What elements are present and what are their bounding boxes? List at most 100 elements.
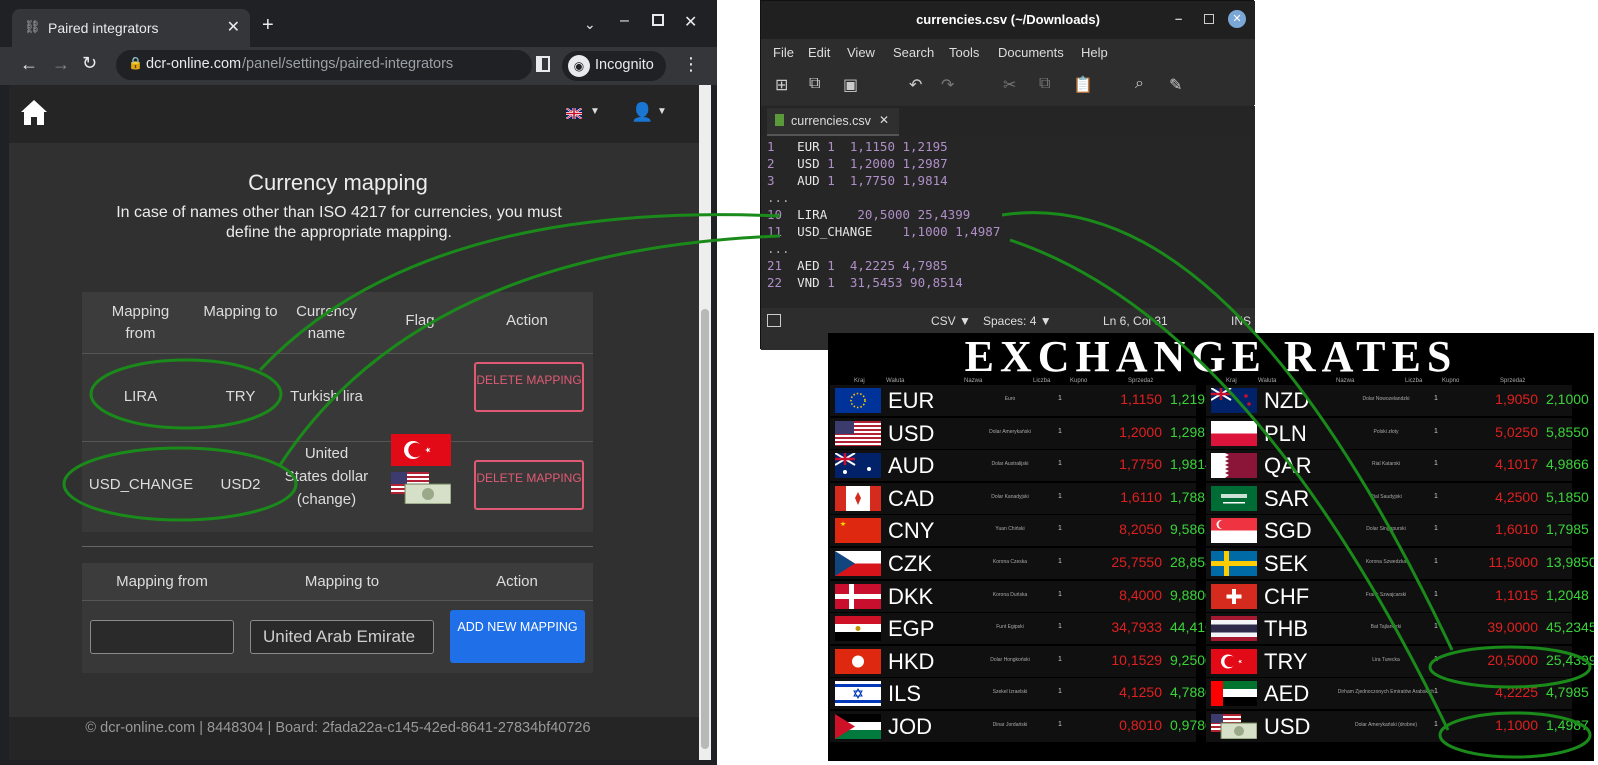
rate-code: USD	[888, 420, 935, 446]
rate-quantity: 1	[1058, 395, 1062, 402]
paste-icon[interactable]: 📋	[1073, 75, 1093, 95]
buy-value: 31,5453	[849, 275, 903, 290]
find-icon[interactable]: ⌕	[1135, 75, 1144, 93]
browser-tab[interactable]: ⛓ Paired integrators ✕	[12, 9, 250, 47]
editor-toolbar: ⊞ ⧉ ▣ ↶ ↷ ✂ ⧉ 📋 ⌕ ✎	[761, 67, 1255, 105]
menu-documents[interactable]: Documents	[998, 45, 1064, 60]
rate-row: EGP Funt Egipski 1 34,7933 44,4169	[830, 613, 1221, 645]
new-tab-icon[interactable]: +	[262, 14, 274, 37]
tab-close-icon[interactable]: ✕	[227, 17, 240, 37]
home-icon[interactable]	[20, 98, 48, 126]
code-area[interactable]: 1 EUR 1 1,1150 1,2195 2 USD 1 1,2000 1,29…	[761, 136, 1255, 308]
rate-row: TRY Lira Turecka 1 20,5000 25,4399	[1206, 645, 1594, 677]
find-replace-icon[interactable]: ✎	[1169, 75, 1182, 95]
flag-icon	[835, 714, 881, 739]
incognito-badge[interactable]: ◉ Incognito	[562, 51, 666, 81]
col-action: Action	[496, 573, 538, 590]
buy-value: 4,2225	[849, 258, 895, 273]
rate-name: Dolar Nowozelandzki	[1362, 396, 1410, 402]
new-file-icon[interactable]: ⊞	[775, 75, 788, 95]
menu-view[interactable]: View	[847, 45, 875, 60]
address-bar[interactable]: 🔒 dcr-online.com /panel/settings/paired-…	[116, 50, 532, 80]
menu-search[interactable]: Search	[893, 45, 934, 60]
format-label: CSV	[931, 314, 956, 328]
back-icon[interactable]: ←	[20, 54, 38, 75]
form-header: Mapping from Mapping to Action	[82, 563, 593, 601]
divider	[82, 546, 593, 547]
rate-name: Dolar Amerykański	[989, 428, 1031, 435]
maximize-icon[interactable]	[652, 14, 664, 26]
quantity: 1	[827, 139, 835, 154]
flag-icon	[835, 648, 881, 674]
sidebar-toggle-icon[interactable]	[767, 314, 781, 327]
code-line: ...	[767, 189, 790, 206]
redo-icon[interactable]: ↷	[941, 75, 954, 95]
reload-icon[interactable]: ↻	[82, 53, 97, 74]
maximize-icon[interactable]	[1204, 14, 1214, 24]
minimize-icon[interactable]: –	[1175, 11, 1182, 26]
close-window-icon[interactable]: ✕	[684, 12, 697, 32]
col-mapping-from: Mapping from	[116, 573, 208, 590]
spaces-selector[interactable]: Spaces: 4 ▼	[983, 314, 1052, 328]
rate-quantity: 1	[1058, 655, 1062, 663]
menu-edit[interactable]: Edit	[808, 45, 830, 60]
rates-column-header: Waluta	[1258, 378, 1277, 384]
mapping-from-input[interactable]	[90, 620, 234, 654]
close-icon[interactable]: ✕	[1228, 10, 1246, 28]
save-icon[interactable]: ▣	[843, 75, 858, 95]
flag-icon	[835, 518, 881, 544]
rate-buy: 8,4000	[1119, 586, 1162, 603]
format-selector[interactable]: CSV ▼	[931, 314, 971, 328]
rate-buy: 1,6010	[1495, 521, 1538, 538]
open-file-icon[interactable]: ⧉	[809, 75, 820, 93]
file-tab-close-icon[interactable]: ✕	[879, 113, 889, 127]
delete-mapping-button[interactable]: DELETE MAPPING	[474, 460, 584, 510]
code-line: 1 EUR 1 1,1150 1,2195	[767, 138, 948, 155]
menu-help[interactable]: Help	[1081, 45, 1108, 60]
flag-icon	[835, 485, 881, 511]
rate-sell: 4,9866	[1546, 456, 1589, 473]
flag-icon	[1211, 453, 1257, 479]
scrollbar[interactable]	[699, 85, 711, 760]
forward-icon[interactable]: →	[52, 54, 70, 75]
sell-value: 25,4399	[917, 207, 971, 222]
language-caret-icon[interactable]: ▼	[590, 106, 600, 117]
user-caret-icon[interactable]: ▼	[657, 106, 667, 117]
menu-icon[interactable]: ⋮	[682, 54, 700, 75]
rate-row: THB Bat Tajlandzki 1 39,0000 45,2345	[1206, 613, 1594, 645]
copy-icon[interactable]: ⧉	[1039, 75, 1050, 93]
rate-row: QAR Rial Katarski 1 4,1017 4,9866	[1206, 450, 1589, 482]
add-new-mapping-button[interactable]: ADD NEW MAPPING	[450, 610, 585, 663]
rate-name: Funt Egipski	[996, 624, 1024, 631]
code-line: 11 USD_CHANGE 1,1000 1,4987	[767, 223, 1000, 240]
rate-code: SGD	[1264, 518, 1312, 544]
file-tab[interactable]: currencies.csv ✕	[767, 108, 899, 136]
line-number: 21	[767, 258, 783, 273]
rate-row: USD Dolar Amerykański 1 1,2000 1,2987	[830, 417, 1213, 449]
rate-buy: 1,1000	[1495, 717, 1538, 733]
delete-mapping-button[interactable]: DELETE MAPPING	[474, 362, 584, 412]
minimize-icon[interactable]: –	[620, 12, 629, 30]
tab-search-icon[interactable]: ⌄	[584, 16, 596, 33]
rate-code: SAR	[1264, 485, 1310, 511]
uk-flag-icon[interactable]	[566, 108, 582, 119]
menu-tools[interactable]: Tools	[949, 45, 979, 60]
rate-buy: 10,1529	[1111, 651, 1162, 668]
undo-icon[interactable]: ↶	[909, 75, 922, 95]
rate-row: USD Dolar Amerykański (drobne) 1 1,1000 1,49…	[1206, 711, 1589, 742]
cut-icon[interactable]: ✂	[1003, 75, 1016, 95]
sell-value: 90,8514	[910, 275, 963, 290]
code-ellipsis: ...	[767, 190, 790, 205]
rates-column-header: Kupno	[1442, 378, 1460, 384]
sidepanel-icon[interactable]	[536, 56, 550, 72]
menu-file[interactable]: File	[773, 45, 794, 60]
flag-icon	[1211, 485, 1257, 511]
scrollbar-thumb[interactable]	[701, 309, 709, 749]
rate-row: AED Dirham Zjednoczonych Emiratów Arabski…	[1206, 678, 1589, 710]
user-settings-icon[interactable]: 👤	[631, 102, 653, 123]
text-editor-window: currencies.csv (~/Downloads) – ✕ File Ed…	[760, 0, 1255, 350]
mapping-to-select[interactable]: United Arab Emirate	[250, 620, 434, 654]
